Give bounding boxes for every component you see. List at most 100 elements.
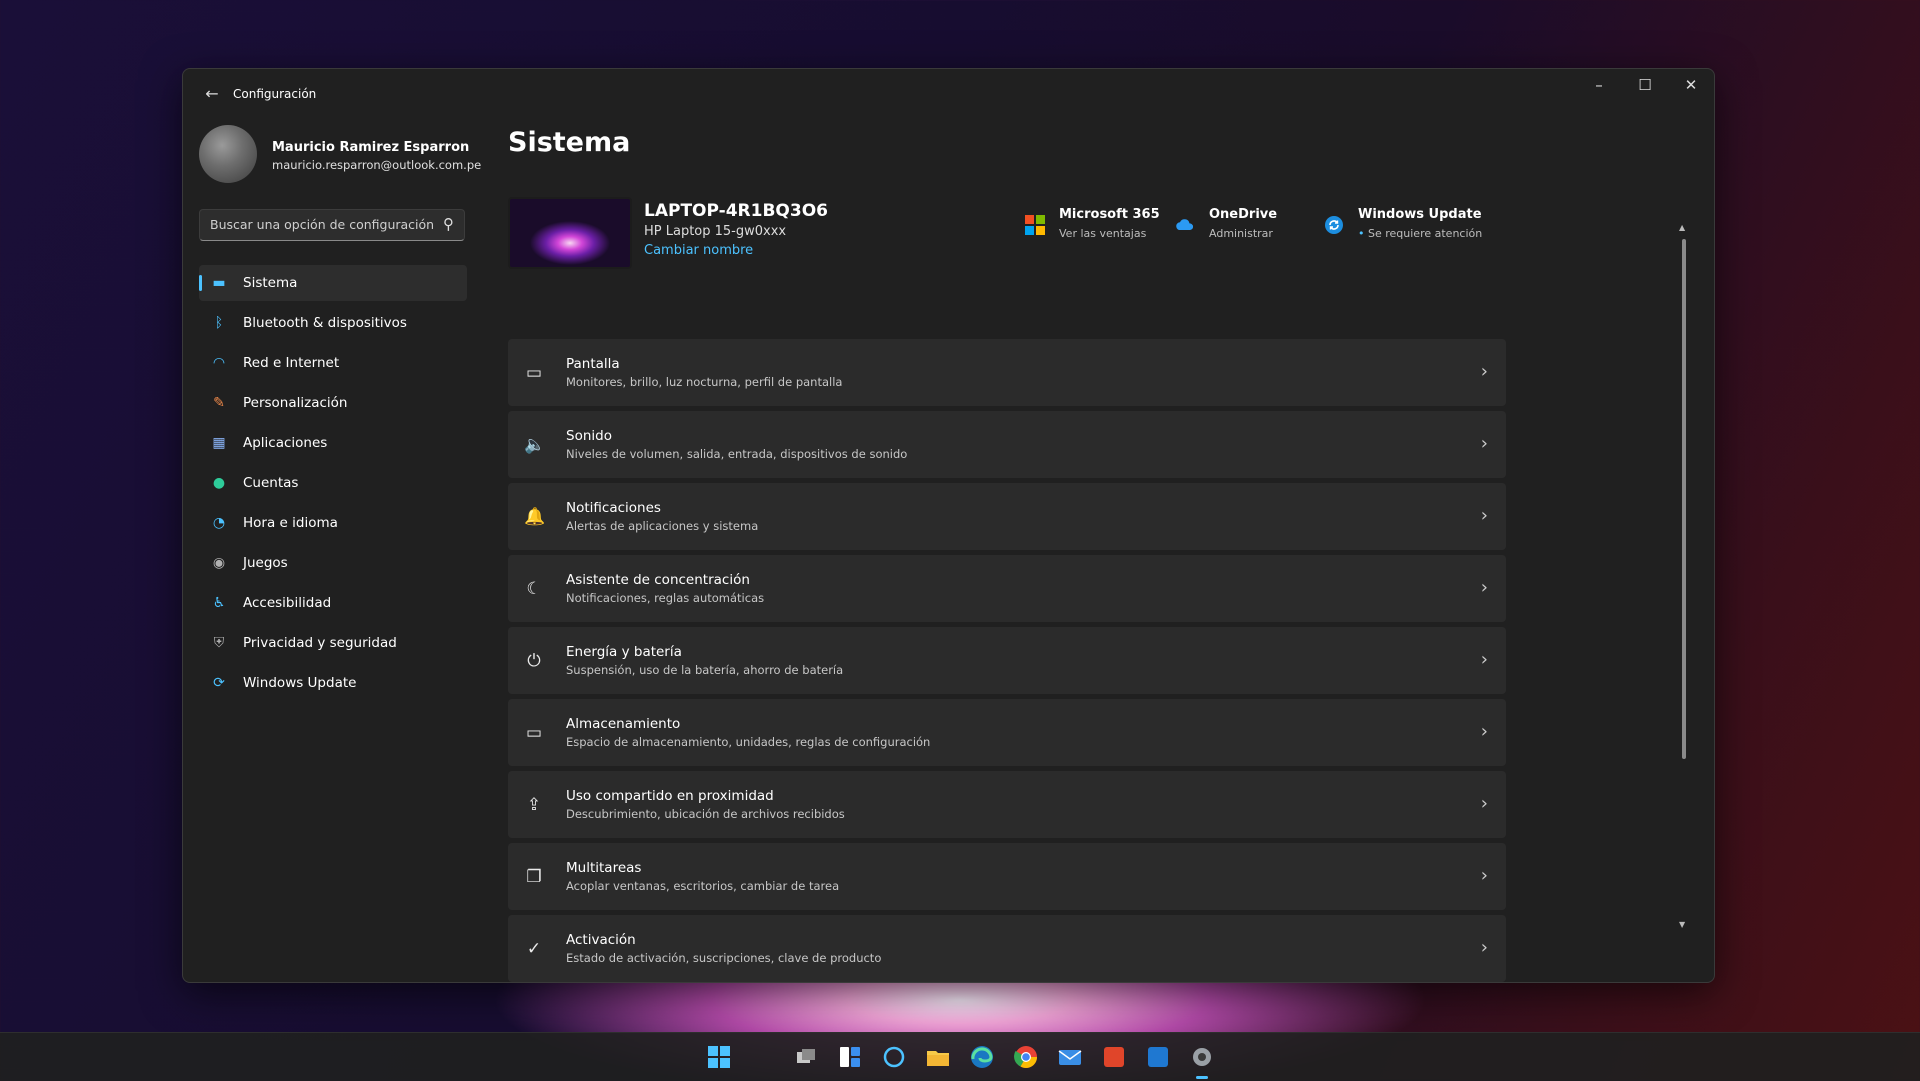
display-icon: ▭: [525, 363, 543, 383]
widgets-icon[interactable]: [836, 1043, 864, 1071]
search-input[interactable]: Buscar una opción de configuración ⚲: [199, 209, 465, 241]
title-bar: ← Configuración – ☐ ✕: [183, 69, 1714, 117]
chevron-right-icon: ›: [1480, 793, 1488, 814]
search-placeholder: Buscar una opción de configuración: [210, 217, 435, 232]
quick-link-title: Microsoft 365: [1059, 207, 1160, 222]
settings-card-pantalla[interactable]: ▭ Pantalla Monitores, brillo, luz nocturna…: [508, 339, 1506, 406]
chrome-icon[interactable]: [1012, 1043, 1040, 1071]
sidebar-item-personalización[interactable]: ✎ Personalización: [199, 385, 467, 421]
chevron-right-icon: ›: [1480, 433, 1488, 454]
apps-icon: ▦: [212, 435, 226, 451]
cortana-icon[interactable]: [880, 1043, 908, 1071]
main-content: Sistema LAPTOP-4R1BQ3O6 HP Laptop 15-gw0…: [508, 117, 1694, 982]
card-title: Pantalla: [566, 356, 620, 372]
card-title: Activación: [566, 932, 636, 948]
quick-link-subtitle: Administrar: [1209, 227, 1273, 240]
sidebar-item-label: Red e Internet: [243, 355, 340, 371]
sidebar-item-cuentas[interactable]: ● Cuentas: [199, 465, 467, 501]
card-description: Alertas de aplicaciones y sistema: [566, 519, 759, 533]
user-name: Mauricio Ramirez Esparron: [272, 140, 470, 155]
start-icon[interactable]: [705, 1043, 733, 1071]
file-explorer-icon[interactable]: [924, 1043, 952, 1071]
chevron-right-icon: ›: [1480, 937, 1488, 958]
sidebar-item-label: Personalización: [243, 395, 348, 411]
user-profile[interactable]: Mauricio Ramirez Esparron mauricio.respa…: [199, 125, 481, 185]
sidebar-item-label: Bluetooth & dispositivos: [243, 315, 407, 331]
scrollbar[interactable]: ▲ ▼: [1679, 223, 1686, 929]
chevron-right-icon: ›: [1480, 361, 1488, 382]
chevron-right-icon: ›: [1480, 721, 1488, 742]
back-button[interactable]: ←: [197, 83, 227, 105]
settings-card-almacenamiento[interactable]: ▭ Almacenamiento Espacio de almacenamiento…: [508, 699, 1506, 766]
storage-icon: ▭: [525, 723, 543, 743]
scroll-down-icon[interactable]: ▼: [1679, 920, 1685, 929]
avatar: [199, 125, 257, 183]
maximize-icon: ☐: [1638, 76, 1652, 94]
minimize-button[interactable]: –: [1576, 69, 1622, 101]
device-name: LAPTOP-4R1BQ3O6: [644, 201, 828, 221]
quick-link-status: Se requiere atención: [1368, 227, 1483, 240]
sidebar-item-windows-update[interactable]: ⟳ Windows Update: [199, 665, 467, 701]
running-indicator: [1196, 1076, 1208, 1079]
multitask-icon: ❐: [526, 867, 542, 887]
bluetooth-icon: ᛒ: [214, 315, 224, 331]
sidebar-nav: ▬ Sistema ᛒ Bluetooth & dispositivos ◠ Red e …: [199, 265, 467, 705]
globe-clock-icon: ◔: [212, 515, 226, 531]
close-button[interactable]: ✕: [1668, 69, 1714, 101]
task-view-icon[interactable]: [792, 1043, 820, 1071]
sidebar-item-privacidad-y-seguridad[interactable]: ⛨ Privacidad y seguridad: [199, 625, 467, 661]
speaker-icon: 🔈: [524, 435, 546, 455]
card-description: Espacio de almacenamiento, unidades, reg…: [566, 735, 931, 749]
sidebar-item-bluetooth-dispositivos[interactable]: ᛒ Bluetooth & dispositivos: [199, 305, 467, 341]
sidebar-item-label: Sistema: [243, 275, 298, 291]
card-title: Uso compartido en proximidad: [566, 788, 774, 804]
sidebar-item-aplicaciones[interactable]: ▦ Aplicaciones: [199, 425, 467, 461]
chevron-right-icon: ›: [1480, 577, 1488, 598]
brush-icon: ✎: [213, 395, 225, 411]
accessibility-icon: ♿: [212, 595, 226, 611]
sidebar-item-label: Windows Update: [243, 675, 357, 691]
share-icon: ⇪: [526, 795, 542, 815]
monitor-icon: ▬: [212, 275, 226, 291]
mail-icon[interactable]: [1056, 1043, 1084, 1071]
settings-card-activación[interactable]: ✓ Activación Estado de activación, suscrip…: [508, 915, 1506, 982]
sidebar-item-label: Juegos: [243, 555, 288, 571]
settings-card-uso-compartido-en-proximidad[interactable]: ⇪ Uso compartido en proximidad Descubrimie…: [508, 771, 1506, 838]
status-dot-icon: •: [1358, 227, 1365, 240]
sidebar-item-juegos[interactable]: ◉ Juegos: [199, 545, 467, 581]
settings-card-asistente-de-concentración[interactable]: ☾ Asistente de concentración Notificacione…: [508, 555, 1506, 622]
settings-card-sonido[interactable]: 🔈 Sonido Niveles de volumen, salida, entra…: [508, 411, 1506, 478]
sidebar-item-sistema[interactable]: ▬ Sistema: [199, 265, 467, 301]
office-icon[interactable]: [1100, 1043, 1128, 1071]
sidebar-item-hora-e-idioma[interactable]: ◔ Hora e idioma: [199, 505, 467, 541]
card-description: Estado de activación, suscripciones, cla…: [566, 951, 882, 965]
settings-icon[interactable]: [1188, 1043, 1216, 1071]
scroll-thumb[interactable]: [1682, 239, 1686, 759]
scroll-up-icon[interactable]: ▲: [1679, 223, 1685, 232]
outlook-icon[interactable]: [1144, 1043, 1172, 1071]
sidebar-item-label: Accesibilidad: [243, 595, 332, 611]
card-description: Notificaciones, reglas automáticas: [566, 591, 765, 605]
sidebar-item-red-e-internet[interactable]: ◠ Red e Internet: [199, 345, 467, 381]
page-title: Sistema: [508, 127, 631, 158]
minimize-icon: –: [1595, 76, 1603, 94]
settings-card-multitareas[interactable]: ❐ Multitareas Acoplar ventanas, escritorio…: [508, 843, 1506, 910]
edge-icon[interactable]: [968, 1043, 996, 1071]
person-icon: ●: [212, 475, 226, 491]
settings-card-list: ▭ Pantalla Monitores, brillo, luz nocturna…: [508, 339, 1506, 982]
user-email: mauricio.resparron@outlook.com.pe: [272, 158, 482, 172]
settings-card-energía-y-batería[interactable]: ⏻ Energía y batería Suspensión, uso de la …: [508, 627, 1506, 694]
rename-link[interactable]: Cambiar nombre: [644, 243, 753, 258]
close-icon: ✕: [1684, 76, 1698, 94]
settings-card-notificaciones[interactable]: 🔔 Notificaciones Alertas de aplicaciones y…: [508, 483, 1506, 550]
update-icon: ⟳: [213, 675, 225, 691]
sidebar-item-label: Cuentas: [243, 475, 299, 491]
card-title: Sonido: [566, 428, 612, 444]
card-title: Energía y batería: [566, 644, 682, 660]
sidebar-item-label: Privacidad y seguridad: [243, 635, 397, 651]
maximize-button[interactable]: ☐: [1622, 69, 1668, 101]
card-title: Multitareas: [566, 860, 642, 876]
sidebar-item-accesibilidad[interactable]: ♿ Accesibilidad: [199, 585, 467, 621]
card-description: Monitores, brillo, luz nocturna, perfil …: [566, 375, 843, 389]
quick-link-title: Windows Update: [1358, 207, 1482, 222]
